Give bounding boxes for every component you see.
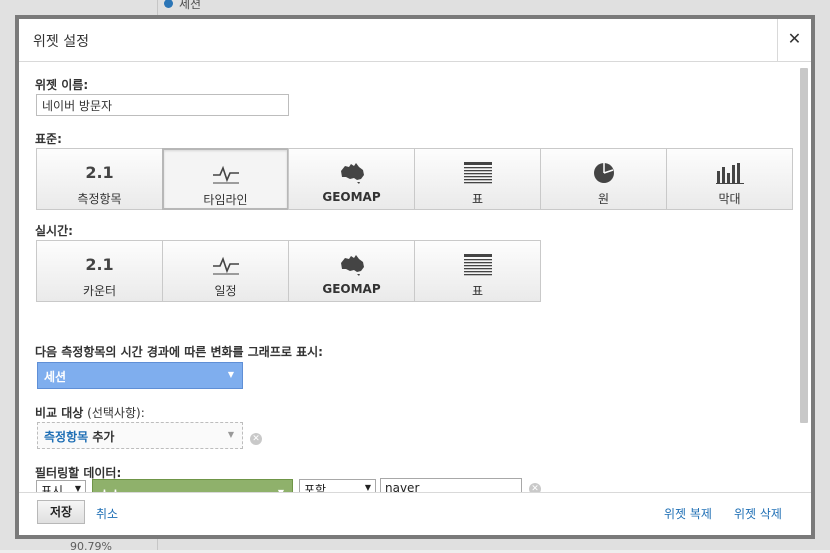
- standard-option-bar[interactable]: 막대: [666, 148, 793, 210]
- dialog-body: 위젯 이름: 표준: 2.1 측정항목 타임라인 GEOMAP: [19, 62, 811, 492]
- metric-select-value: 세션: [44, 370, 67, 384]
- timeline-icon: [212, 159, 240, 189]
- realtime-option-label: 일정: [214, 284, 237, 298]
- filter-match-value: 포함: [304, 483, 327, 492]
- standard-option-pie[interactable]: 원: [540, 148, 667, 210]
- remove-compare-icon[interactable]: ✕: [250, 433, 262, 445]
- chevron-down-icon: ▼: [227, 430, 234, 439]
- delete-widget-link[interactable]: 위젯 삭제: [734, 505, 782, 522]
- standard-option-label: 측정항목: [77, 192, 122, 206]
- pie-icon: [592, 158, 616, 188]
- add-metric-select[interactable]: 측정항목 추가 ▼: [37, 422, 243, 449]
- dialog-footer: 저장 취소 위젯 복제 위젯 삭제: [19, 492, 811, 535]
- graph-over-time-label: 다음 측정항목의 시간 경과에 따른 변화를 그래프로 표시:: [35, 345, 323, 359]
- geomap-icon: [339, 158, 365, 188]
- filter-show-select[interactable]: 표시 ▼: [36, 480, 86, 492]
- dialog-header: 위젯 설정 ✕: [19, 19, 811, 62]
- compare-label-main: 비교 대상: [35, 406, 84, 420]
- filter-match-select[interactable]: 포함 ▼: [299, 479, 376, 492]
- widget-name-input[interactable]: [36, 94, 289, 116]
- table-icon: [463, 158, 492, 188]
- realtime-option-counter[interactable]: 2.1 카운터: [36, 240, 163, 302]
- standard-option-label: 타임라인: [203, 193, 248, 207]
- close-button[interactable]: ✕: [777, 19, 811, 61]
- realtime-visualization-options: 2.1 카운터 일정 GEOMAP 표: [36, 240, 541, 302]
- realtime-option-label: 카운터: [82, 284, 117, 298]
- compare-label: 비교 대상 (선택사항):: [35, 404, 145, 421]
- chevron-down-icon: ▼: [227, 370, 234, 379]
- realtime-label: 실시간:: [35, 224, 73, 238]
- realtime-option-table[interactable]: 표: [414, 240, 541, 302]
- vertical-scrollbar[interactable]: [800, 68, 808, 423]
- realtime-option-label: 표: [471, 284, 484, 298]
- add-metric-label-metric: 측정항목: [44, 430, 89, 444]
- bar-icon: [715, 158, 744, 188]
- counter-icon: 2.1: [85, 255, 114, 274]
- chevron-down-icon: ▼: [364, 483, 371, 492]
- metric-select[interactable]: 세션 ▼: [37, 362, 243, 389]
- remove-filter-icon[interactable]: ✕: [529, 483, 541, 492]
- standard-option-label: GEOMAP: [322, 190, 381, 204]
- dialog-title: 위젯 설정: [33, 34, 89, 50]
- widget-name-label: 위젯 이름:: [35, 78, 89, 92]
- save-button[interactable]: 저장: [37, 500, 85, 524]
- add-metric-label-add: 추가: [92, 430, 115, 444]
- standard-option-label: 표: [471, 192, 484, 206]
- standard-option-timeline[interactable]: 타임라인: [162, 148, 289, 210]
- standard-visualization-options: 2.1 측정항목 타임라인 GEOMAP 표 원 막대: [36, 148, 793, 210]
- compare-label-optional: (선택사항):: [87, 406, 145, 420]
- duplicate-widget-link[interactable]: 위젯 복제: [664, 505, 712, 522]
- standard-option-label: 원: [597, 192, 610, 206]
- filter-show-value: 표시: [41, 484, 64, 492]
- metric-number-icon: 2.1: [85, 163, 114, 182]
- filter-dimension-select[interactable]: 소스 ▼: [92, 479, 293, 492]
- standard-label: 표준:: [35, 132, 62, 146]
- realtime-option-label: GEOMAP: [322, 282, 381, 296]
- standard-option-geomap[interactable]: GEOMAP: [288, 148, 415, 210]
- widget-settings-dialog: 위젯 설정 ✕ 위젯 이름: 표준: 2.1 측정항목 타임라인 GEOMAP: [15, 15, 815, 539]
- realtime-option-timeline[interactable]: 일정: [162, 240, 289, 302]
- standard-option-metric[interactable]: 2.1 측정항목: [36, 148, 163, 210]
- filter-value-input[interactable]: [380, 478, 522, 492]
- geomap-icon: [339, 250, 365, 280]
- chevron-down-icon: ▼: [74, 484, 81, 492]
- standard-option-table[interactable]: 표: [414, 148, 541, 210]
- timeline-icon: [212, 250, 240, 280]
- cancel-link[interactable]: 취소: [96, 505, 118, 522]
- realtime-option-geomap[interactable]: GEOMAP: [288, 240, 415, 302]
- table-icon: [463, 250, 492, 280]
- standard-option-label: 막대: [718, 192, 741, 206]
